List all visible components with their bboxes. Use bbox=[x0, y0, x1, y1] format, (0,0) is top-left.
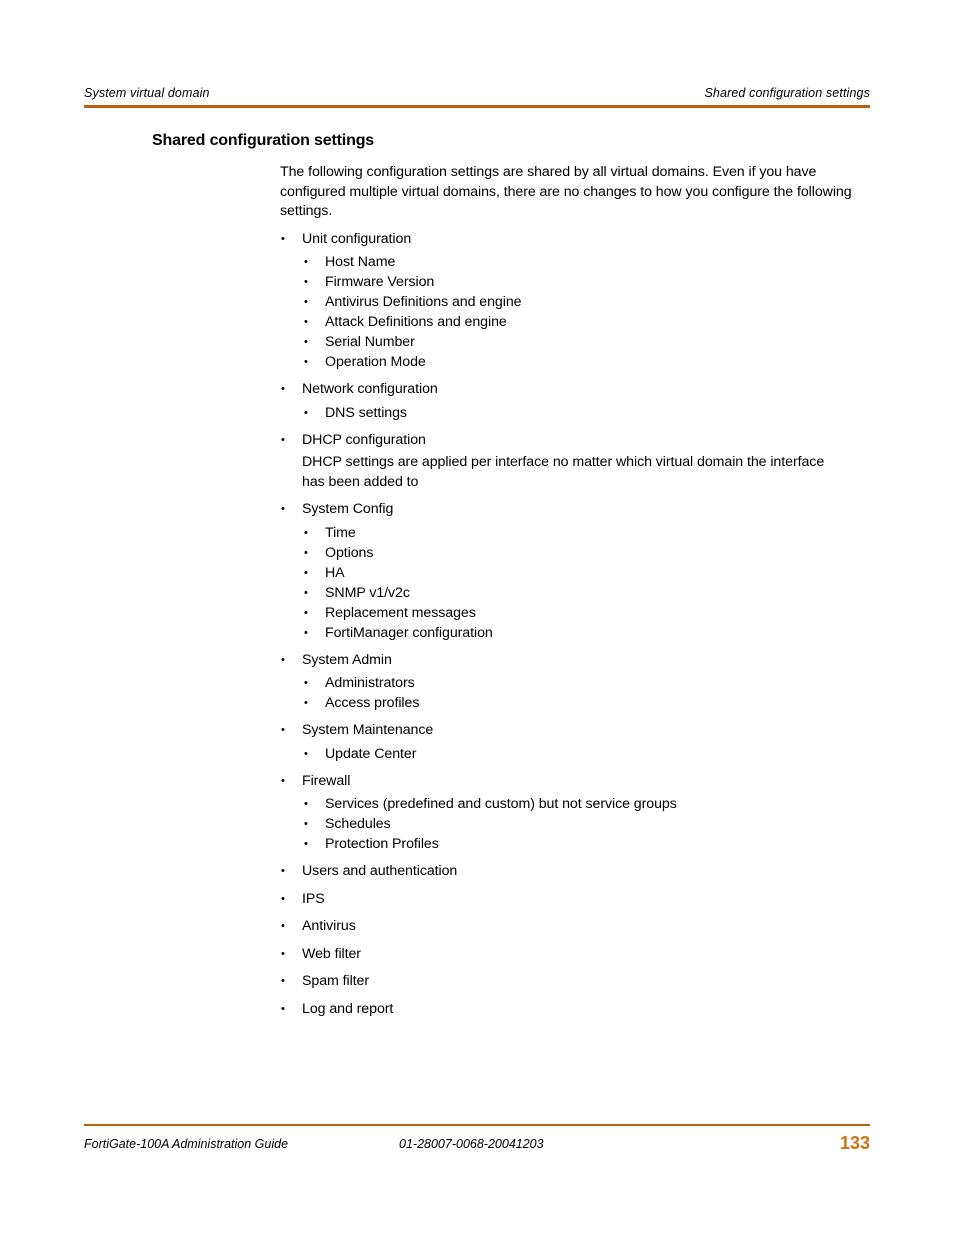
sub-bullet-list: Update Center bbox=[302, 744, 954, 764]
sub-bullet-list: AdministratorsAccess profiles bbox=[302, 673, 954, 713]
bullet-item: Spam filter bbox=[0, 972, 954, 992]
page-content: Shared configuration settings The follow… bbox=[0, 131, 954, 1019]
footer-guide-title: FortiGate-100A Administration Guide bbox=[84, 1137, 289, 1151]
bullet-label: Web filter bbox=[302, 945, 361, 962]
sub-bullet-item: Attack Definitions and engine bbox=[0, 312, 954, 332]
sub-bullet-item: Operation Mode bbox=[0, 352, 954, 372]
bullet-label: System Config bbox=[302, 501, 394, 517]
bullet-note: DHCP settings are applied per interface … bbox=[302, 454, 825, 490]
bullet-label: System Admin bbox=[302, 651, 392, 668]
running-footer: FortiGate-100A Administration Guide 01-2… bbox=[84, 1133, 870, 1157]
sub-bullet-item: Firmware Version bbox=[0, 272, 954, 292]
shared-settings-list: Unit configuration Host NameFirmware Vers… bbox=[0, 230, 954, 1020]
sub-bullet-item: Schedules bbox=[0, 814, 954, 834]
sub-bullet-item: Host Name bbox=[0, 252, 954, 272]
bullet-label: System Maintenance bbox=[302, 722, 434, 738]
bullet-item: System Maintenance Update Center bbox=[0, 721, 954, 764]
bullet-label: Spam filter bbox=[302, 973, 370, 989]
sub-bullet-list: Services (predefined and custom) but not… bbox=[302, 794, 954, 854]
bullet-item: Web filter bbox=[0, 945, 954, 965]
sub-bullet-item: Serial Number bbox=[0, 332, 954, 352]
sub-bullet-list: Host NameFirmware VersionAntivirus Defin… bbox=[302, 252, 954, 372]
bullet-label: Firewall bbox=[302, 772, 351, 789]
sub-bullet-item: Time bbox=[0, 523, 954, 543]
bullet-item: System Config TimeOptionsHASNMP v1/v2cRep… bbox=[0, 500, 954, 643]
bullet-item: DHCP configuration DHCP settings are appl… bbox=[0, 431, 954, 493]
bullet-label: Antivirus bbox=[302, 918, 356, 934]
sub-bullet-list: TimeOptionsHASNMP v1/v2cReplacement mess… bbox=[302, 523, 954, 643]
intro-paragraph: The following configuration settings are… bbox=[280, 164, 852, 219]
document-page: System virtual domain Shared configurati… bbox=[0, 0, 954, 1235]
page-title: Shared configuration settings bbox=[152, 132, 375, 149]
sub-bullet-item: Options bbox=[0, 543, 954, 563]
sub-bullet-item: SNMP v1/v2c bbox=[0, 583, 954, 603]
header-left-text: System virtual domain bbox=[84, 86, 210, 100]
running-header: System virtual domain Shared configurati… bbox=[84, 86, 870, 100]
footer-page-number: 133 bbox=[839, 1133, 870, 1153]
sub-bullet-item: DNS settings bbox=[0, 403, 954, 423]
sub-bullet-item: Administrators bbox=[0, 673, 954, 693]
bullet-item: Log and report bbox=[0, 1000, 954, 1020]
bullet-label: IPS bbox=[302, 890, 325, 907]
sub-bullet-item: Protection Profiles bbox=[0, 834, 954, 854]
sub-bullet-list: DNS settings bbox=[302, 403, 954, 423]
bullet-item: Antivirus bbox=[0, 917, 954, 937]
bullet-item: Unit configuration Host NameFirmware Vers… bbox=[0, 230, 954, 373]
bullet-label: DHCP configuration bbox=[302, 431, 426, 448]
bullet-label: Log and report bbox=[302, 1000, 394, 1017]
footer-rule bbox=[84, 1124, 870, 1126]
sub-bullet-item: Update Center bbox=[0, 744, 954, 764]
header-rule bbox=[84, 105, 870, 108]
bullet-item: Network configuration DNS settings bbox=[0, 380, 954, 423]
bullet-item: IPS bbox=[0, 890, 954, 910]
sub-bullet-item: Antivirus Definitions and engine bbox=[0, 292, 954, 312]
bullet-label: Unit configuration bbox=[302, 230, 412, 247]
sub-bullet-item: Replacement messages bbox=[0, 603, 954, 623]
sub-bullet-item: FortiManager configuration bbox=[0, 623, 954, 643]
sub-bullet-item: HA bbox=[0, 563, 954, 583]
sub-bullet-item: Services (predefined and custom) but not… bbox=[0, 794, 954, 814]
bullet-item: System Admin AdministratorsAccess profile… bbox=[0, 651, 954, 714]
bullet-item: Users and authentication bbox=[0, 862, 954, 882]
sub-bullet-item: Access profiles bbox=[0, 693, 954, 713]
bullet-label: Users and authentication bbox=[302, 863, 458, 879]
header-right-text: Shared configuration settings bbox=[704, 86, 870, 100]
bullet-label: Network configuration bbox=[302, 381, 438, 397]
footer-document-number: 01-28007-0068-20041203 bbox=[399, 1137, 544, 1151]
bullet-item: Firewall Services (predefined and custom)… bbox=[0, 772, 954, 855]
